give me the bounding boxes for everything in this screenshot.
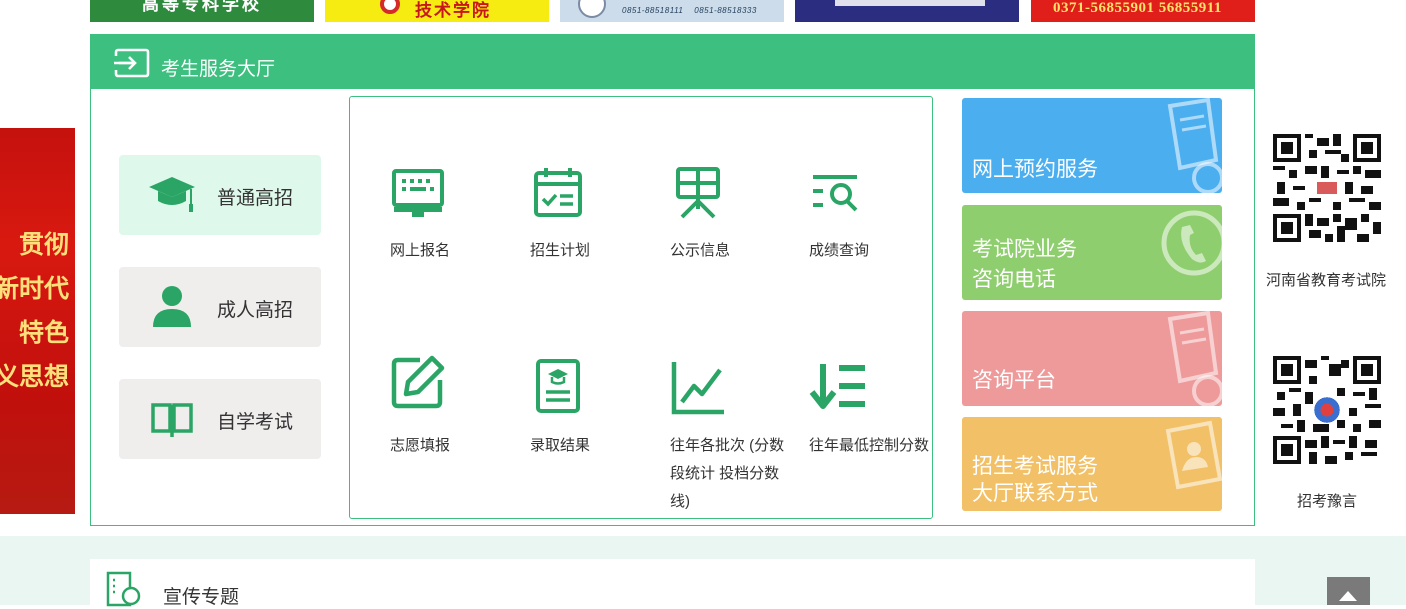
banner-line: 义思想 (0, 363, 69, 391)
ad-banner-text: 0371-56855901 56855911 (1053, 0, 1222, 16)
qr-code-exam-institute (1273, 134, 1381, 242)
service-button-label: 咨询平台 (972, 369, 1056, 392)
ad-banner-vocational[interactable] (795, 0, 1019, 22)
online-appointment-button[interactable]: 网上预约服务 (962, 98, 1222, 193)
service-hall-contact-button[interactable]: 招生考试服务 大厅联系方式 (962, 417, 1222, 511)
service-button-label: 考试院业务 (972, 238, 1077, 261)
banner-line: 贯彻 (18, 231, 69, 259)
arrow-up-icon (1339, 591, 1357, 601)
qr-code-zhaokao-yuyan (1273, 356, 1381, 464)
sort-descending-icon (809, 364, 865, 409)
category-label: 成人高招 (217, 300, 294, 321)
college-seal-icon (578, 0, 606, 18)
ad-banner-phone[interactable]: 0371-56855901 56855911 (1031, 0, 1255, 22)
notice-board-icon (676, 167, 720, 219)
monitor-keyboard-icon (392, 169, 444, 217)
service-label: 录取结果 (530, 437, 591, 454)
service-label: 招生计划 (530, 242, 591, 259)
tab-regular-admission[interactable]: 普通高招 (119, 155, 321, 235)
person-icon (153, 286, 191, 327)
service-label: 公示信息 (670, 242, 731, 259)
exam-hotline-button[interactable]: 考试院业务 咨询电话 (962, 205, 1222, 300)
ad-banner-tech-college[interactable]: 技术学院 (325, 0, 549, 22)
consult-platform-button[interactable]: 咨询平台 (962, 311, 1222, 406)
tab-adult-admission[interactable]: 成人高招 (119, 267, 321, 347)
edit-pen-icon (391, 355, 445, 409)
hall-title: 考生服务大厅 (161, 59, 276, 80)
graduation-cap-icon (149, 177, 195, 212)
calendar-check-icon (534, 168, 582, 217)
ad-banner-phones: 0851-88518111 0851-88518333 (622, 6, 757, 15)
category-label: 自学考试 (217, 412, 294, 433)
ad-banner-business-college[interactable]: 0851-88518111 0851-88518333 (560, 0, 784, 22)
service-label: 网上报名 (390, 242, 451, 259)
list-search-icon (813, 175, 858, 212)
qr-caption: 河南省教育考试院 (1266, 272, 1387, 289)
college-emblem-icon (380, 0, 400, 14)
banner-line: 特色 (18, 319, 69, 347)
candidate-service-hall: 考生服务大厅 普通高招 成人高招 自学考试 网上报名 招生计划 公示信息 成绩查… (90, 34, 1255, 526)
open-book-icon (151, 403, 193, 437)
document-search-icon (1167, 98, 1222, 193)
service-label: 志愿填报 (390, 437, 451, 454)
enter-icon (113, 48, 150, 78)
banner-line: 新时代 (0, 275, 69, 303)
qr-caption: 招考豫言 (1297, 493, 1358, 510)
left-float-banner[interactable]: 贯彻 新时代 特色 义思想 (0, 128, 75, 514)
document-cap-icon (536, 359, 580, 413)
document-search-icon (1167, 311, 1222, 406)
back-to-top-button[interactable] (1327, 577, 1370, 605)
service-label: 往年最低控制分数 (809, 437, 930, 454)
service-label: 往年各批次 (分数段统计 投档分数线) (670, 437, 785, 510)
service-button-label: 大厅联系方式 (972, 482, 1098, 505)
ad-banner-text: 技术学院 (415, 1, 491, 20)
ad-banner-college[interactable]: 高等专科学校 (90, 0, 314, 22)
promo-topics-section: 宣传专题 (90, 559, 1255, 608)
ad-banner-text: 高等专科学校 (142, 0, 262, 14)
service-button-label: 咨询电话 (972, 268, 1056, 291)
hall-header: 考生服务大厅 (91, 35, 1254, 89)
tab-self-study-exam[interactable]: 自学考试 (119, 379, 321, 459)
service-label: 成绩查询 (809, 242, 870, 259)
contact-card-icon (1165, 420, 1222, 490)
service-button-label: 网上预约服务 (972, 158, 1098, 181)
phone-icon (1161, 210, 1222, 276)
document-search-icon (106, 571, 141, 607)
line-chart-icon (671, 362, 724, 415)
service-grid: 网上报名 招生计划 公示信息 成绩查询 志愿填报 录取结果 往年各批次 (分数段… (349, 96, 933, 519)
service-button-label: 招生考试服务 (972, 455, 1098, 478)
ad-banner-title-graphic (835, 0, 985, 6)
category-label: 普通高招 (217, 188, 294, 209)
